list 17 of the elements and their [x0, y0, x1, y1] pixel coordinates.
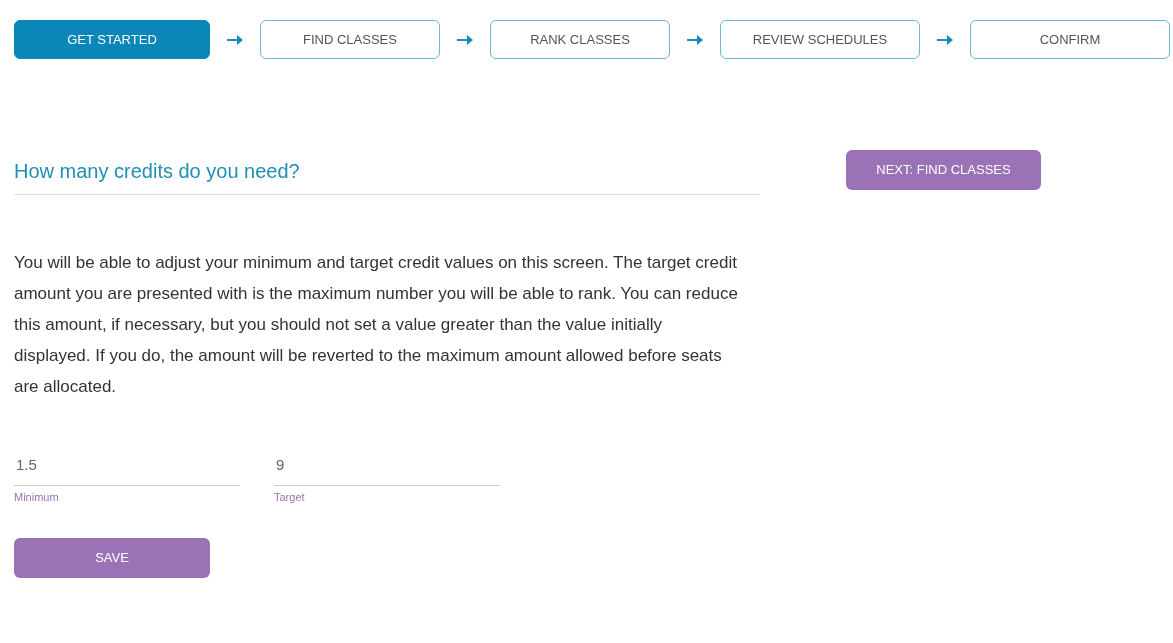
credit-field[interactable]: 9 [274, 454, 500, 486]
step-tab[interactable]: CONFIRM [970, 20, 1170, 59]
description-paragraph: You will be able to adjust your minimum and target credit values on this screen. The target credit amount you are presented with is the maximum number you will be able to rank. You can reduce this amount, if necessary, but you should not set a value greater than the value initially displayed. If you do, the amount will be reverted to the maximum amount allowed before seats are allocated. [13, 252, 739, 398]
credit-field[interactable]: 1.5 [14, 454, 240, 486]
next-button[interactable]: NEXT: FIND CLASSES [846, 150, 1041, 190]
arrow-icon [937, 34, 953, 45]
arrow-icon [687, 34, 703, 45]
step-tab[interactable]: FIND CLASSES [260, 20, 440, 59]
arrow-icon [227, 34, 243, 45]
field-label: Target [274, 489, 306, 505]
step-tab[interactable]: RANK CLASSES [490, 20, 670, 59]
field-label: Minimum [14, 489, 60, 505]
step-tab[interactable]: REVIEW SCHEDULES [720, 20, 920, 59]
save-button[interactable]: SAVE [14, 538, 210, 578]
step-tab[interactable]: GET STARTED [14, 20, 210, 59]
page-heading: How many credits do you need? [14, 159, 301, 184]
arrow-icon [457, 34, 473, 45]
